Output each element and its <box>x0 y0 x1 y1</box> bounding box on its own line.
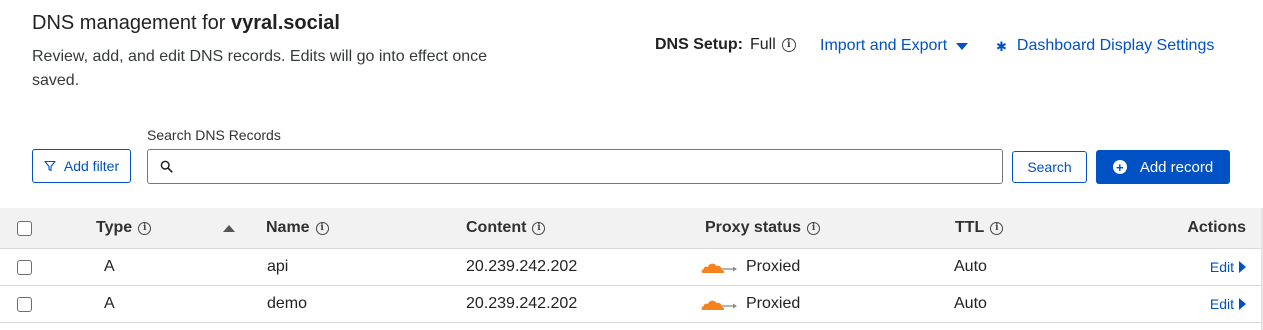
search-field[interactable] <box>147 149 1003 184</box>
edit-label: Edit <box>1209 259 1234 275</box>
record-type: A <box>104 258 115 275</box>
gear-icon: ✱ <box>996 38 1007 54</box>
header-ttl[interactable]: TTL i <box>955 208 1004 248</box>
add-filter-label: Add filter <box>63 158 120 174</box>
header-proxy-status[interactable]: Proxy status i <box>705 208 821 248</box>
header-ttl-label: TTL <box>955 219 985 236</box>
page-title: DNS management for vyral.social <box>32 12 340 34</box>
sort-ascending-icon <box>223 224 235 232</box>
search-icon <box>160 160 173 173</box>
dns-setup-value: Full <box>750 36 776 53</box>
dashboard-display-settings-label: Dashboard Display Settings <box>1016 37 1215 54</box>
header-name-label: Name <box>266 219 310 236</box>
table-row: A api 20.239.242.202 Proxied Auto Edit <box>0 249 1263 286</box>
edit-label: Edit <box>1209 296 1234 312</box>
search-label: Search DNS Records <box>147 127 281 143</box>
dns-setup: DNS Setup: Full i <box>655 36 796 54</box>
import-export-dropdown[interactable]: Import and Export <box>820 37 969 55</box>
record-proxy-status: Proxied <box>700 286 800 322</box>
record-content: 20.239.242.202 <box>466 258 578 275</box>
header-type[interactable]: Type i <box>96 208 152 248</box>
edit-link[interactable]: Edit <box>1210 286 1246 322</box>
record-content: 20.239.242.202 <box>466 295 578 312</box>
add-record-label: Add record <box>1139 158 1214 176</box>
domain-name: vyral.social <box>230 12 340 34</box>
header-actions: Actions <box>1187 219 1246 236</box>
row-checkbox[interactable] <box>17 259 32 275</box>
header-name[interactable]: Name i <box>266 208 329 248</box>
info-icon[interactable]: i <box>781 38 796 52</box>
header-content-label: Content <box>466 219 527 236</box>
info-icon[interactable]: i <box>138 221 152 235</box>
record-name: demo <box>267 295 308 312</box>
row-select-cell <box>17 249 32 285</box>
select-all-checkbox[interactable] <box>17 220 32 236</box>
proxy-status-label: Proxied <box>746 295 801 312</box>
chevron-down-icon <box>956 42 969 50</box>
row-select-cell <box>17 286 32 322</box>
filter-icon <box>44 160 56 172</box>
info-icon[interactable]: i <box>990 221 1004 235</box>
record-name: api <box>267 258 289 275</box>
edit-link[interactable]: Edit <box>1210 249 1246 285</box>
table-header: Type i Name i Content i Proxy status i TTL i … <box>0 208 1263 249</box>
header-content[interactable]: Content i <box>466 208 546 248</box>
add-record-button[interactable]: + Add record <box>1096 150 1230 184</box>
chevron-right-icon <box>1239 261 1246 273</box>
header-type-label: Type <box>96 219 133 236</box>
chevron-right-icon <box>1239 298 1246 310</box>
page-description: Review, add, and edit DNS records. Edits… <box>32 48 488 89</box>
select-all-cell <box>17 208 32 248</box>
record-ttl: Auto <box>954 295 987 312</box>
dashboard-display-settings-link[interactable]: ✱ Dashboard Display Settings <box>996 37 1214 55</box>
plus-circle-icon: + <box>1112 160 1127 174</box>
cloud-icon <box>701 300 737 310</box>
add-filter-button[interactable]: Add filter <box>32 149 131 183</box>
dns-setup-label: DNS Setup: <box>655 36 743 53</box>
search-input[interactable] <box>181 150 1002 183</box>
record-type: A <box>104 295 115 312</box>
record-proxy-status: Proxied <box>700 249 800 285</box>
info-icon[interactable]: i <box>532 221 546 235</box>
proxy-status-label: Proxied <box>746 258 801 275</box>
import-export-label: Import and Export <box>820 37 948 54</box>
search-button[interactable]: Search <box>1012 151 1087 183</box>
cloud-icon <box>701 263 737 273</box>
row-checkbox[interactable] <box>17 296 32 312</box>
record-ttl: Auto <box>954 258 987 275</box>
sort-button[interactable] <box>223 208 235 248</box>
header-proxy-label: Proxy status <box>705 219 802 236</box>
table-row: A demo 20.239.242.202 Proxied Auto Edit <box>0 286 1263 323</box>
info-icon[interactable]: i <box>807 221 821 235</box>
info-icon[interactable]: i <box>315 221 329 235</box>
dns-records-table: Type i Name i Content i Proxy status i TTL i … <box>0 208 1263 323</box>
